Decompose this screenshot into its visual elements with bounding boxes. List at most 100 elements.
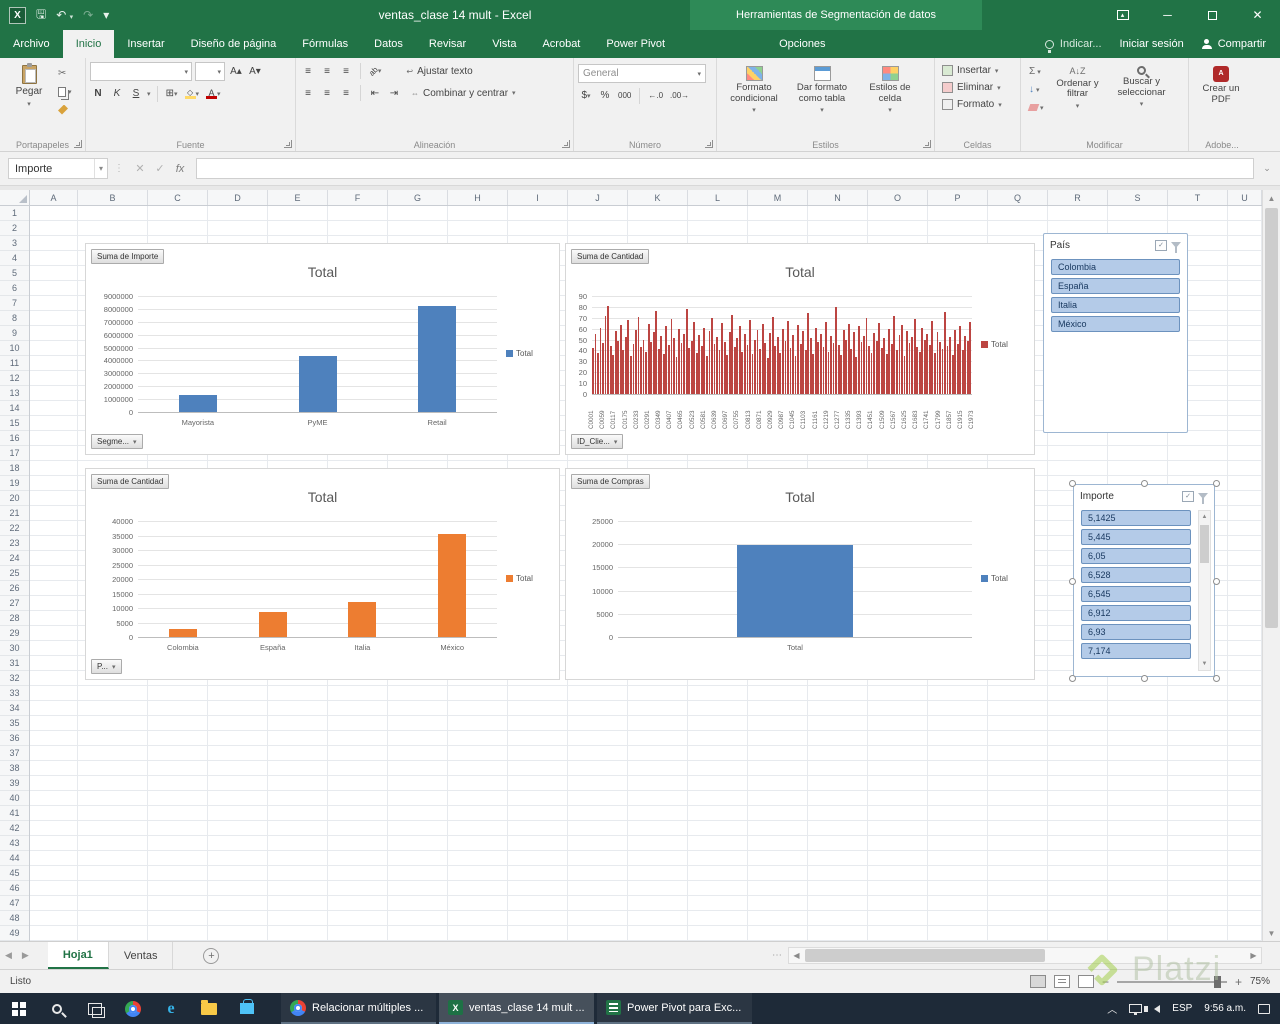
selection-handle[interactable] xyxy=(1069,675,1076,682)
row-header-25[interactable]: 25 xyxy=(0,566,29,581)
row-header-47[interactable]: 47 xyxy=(0,896,29,911)
pivot-axis-field-button[interactable]: ID_Clie... ▾ xyxy=(571,434,624,449)
multi-select-icon[interactable]: ✓ xyxy=(1155,239,1167,251)
column-header-q[interactable]: Q xyxy=(988,190,1048,205)
close-button[interactable]: ✕ xyxy=(1235,0,1280,30)
pivot-chart-suma-compras-total[interactable]: Suma de Compras Total 0 5000 10000 15000 20000… xyxy=(565,468,1035,680)
zoom-slider-thumb[interactable] xyxy=(1213,975,1221,988)
horizontal-scrollbar[interactable]: ◀ ▶ xyxy=(788,947,1262,964)
decrease-indent-icon[interactable]: ⇤ xyxy=(367,85,383,102)
row-header-28[interactable]: 28 xyxy=(0,611,29,626)
selection-handle[interactable] xyxy=(1069,577,1076,585)
underline-dropdown-icon[interactable]: ▾ xyxy=(147,90,151,98)
pivot-axis-field-button[interactable]: P... ▾ xyxy=(91,659,122,674)
row-header-48[interactable]: 48 xyxy=(0,911,29,926)
decrease-font-size-button[interactable]: A▾ xyxy=(247,63,263,80)
row-header-20[interactable]: 20 xyxy=(0,491,29,506)
save-icon[interactable]: 🖫 xyxy=(36,5,46,26)
row-header-12[interactable]: 12 xyxy=(0,371,29,386)
task-view-button[interactable] xyxy=(76,993,114,1024)
sheet-nav-left-icon[interactable]: ◀ xyxy=(5,950,12,961)
zoom-out-button[interactable]: − xyxy=(1102,975,1109,989)
align-left-icon[interactable]: ≡ xyxy=(300,85,316,102)
ribbon-tab-acrobat[interactable]: Acrobat xyxy=(529,30,593,58)
slicer-item-6-545[interactable]: 6,545 xyxy=(1081,586,1191,602)
slicer-scrollbar[interactable]: ▲ ▼ xyxy=(1198,510,1211,671)
column-header-i[interactable]: I xyxy=(508,190,568,205)
clock[interactable]: 9:56 a.m. xyxy=(1204,1003,1246,1014)
format-painter-button[interactable] xyxy=(56,102,74,117)
row-header-3[interactable]: 3 xyxy=(0,236,29,251)
row-header-29[interactable]: 29 xyxy=(0,626,29,641)
horizontal-scroll-thumb[interactable] xyxy=(805,949,1045,962)
borders-button[interactable]: ⊞ ▾ xyxy=(164,85,180,102)
sheet-tab-hoja1[interactable]: Hoja1 xyxy=(47,942,109,969)
slicer-item-6-05[interactable]: 6,05 xyxy=(1081,548,1191,564)
row-header-35[interactable]: 35 xyxy=(0,716,29,731)
sheet-nav-right-icon[interactable]: ▶ xyxy=(22,950,29,961)
column-header-s[interactable]: S xyxy=(1108,190,1168,205)
ribbon-display-options-button[interactable]: ▴ xyxy=(1100,0,1145,30)
column-header-d[interactable]: D xyxy=(208,190,268,205)
expand-formula-bar-icon[interactable]: ⌄ xyxy=(1258,158,1276,179)
row-header-8[interactable]: 8 xyxy=(0,311,29,326)
selection-handle[interactable] xyxy=(1213,675,1220,682)
dialog-launcher-icon[interactable] xyxy=(705,140,713,148)
column-header-h[interactable]: H xyxy=(448,190,508,205)
row-header-45[interactable]: 45 xyxy=(0,866,29,881)
row-header-33[interactable]: 33 xyxy=(0,686,29,701)
row-header-11[interactable]: 11 xyxy=(0,356,29,371)
pivot-field-button[interactable]: Suma de Compras xyxy=(571,474,650,489)
slicer-item-7-174[interactable]: 7,174 xyxy=(1081,643,1191,659)
dialog-launcher-icon[interactable] xyxy=(74,140,82,148)
column-header-m[interactable]: M xyxy=(748,190,808,205)
row-header-42[interactable]: 42 xyxy=(0,821,29,836)
format-cells-button[interactable]: Formato ▾ xyxy=(939,96,1016,113)
column-header-r[interactable]: R xyxy=(1048,190,1108,205)
percent-style-button[interactable]: % xyxy=(597,87,613,104)
pivot-chart-suma-cantidad-por-cliente[interactable]: Suma de Cantidad Total 0 10 20 30 40 50 60 70 80 90… xyxy=(565,243,1035,455)
row-header-27[interactable]: 27 xyxy=(0,596,29,611)
slicer-scroll-thumb[interactable] xyxy=(1200,525,1209,563)
column-header-u[interactable]: U xyxy=(1228,190,1262,205)
scroll-right-icon[interactable]: ▶ xyxy=(1246,951,1261,960)
scroll-up-icon[interactable]: ▲ xyxy=(1199,511,1210,523)
row-header-31[interactable]: 31 xyxy=(0,656,29,671)
vertical-scrollbar[interactable]: ▲ ▼ xyxy=(1262,190,1280,941)
cell-styles-button[interactable]: Estilos de celda ▾ xyxy=(857,62,923,137)
page-break-view-button[interactable] xyxy=(1077,975,1094,988)
wrap-text-button[interactable]: ↩ Ajustar texto xyxy=(402,62,476,80)
normal-view-button[interactable] xyxy=(1029,975,1046,988)
sign-in-link[interactable]: Iniciar sesión xyxy=(1120,38,1184,50)
column-header-t[interactable]: T xyxy=(1168,190,1228,205)
column-header-p[interactable]: P xyxy=(928,190,988,205)
tab-scroll-splitter[interactable]: ⋯ xyxy=(766,950,788,961)
cancel-formula-icon[interactable]: ✕ xyxy=(130,162,150,175)
volume-tray-icon[interactable] xyxy=(1144,1004,1161,1013)
slicer-item-6-528[interactable]: 6,528 xyxy=(1081,567,1191,583)
fill-color-button[interactable]: ◇ ▾ xyxy=(183,85,202,102)
column-header-e[interactable]: E xyxy=(268,190,328,205)
column-header-n[interactable]: N xyxy=(808,190,868,205)
ribbon-tab-inicio[interactable]: Inicio xyxy=(62,30,115,58)
bold-button[interactable]: N xyxy=(90,85,106,102)
taskbar-explorer-button[interactable] xyxy=(190,993,228,1024)
row-header-15[interactable]: 15 xyxy=(0,416,29,431)
column-header-f[interactable]: F xyxy=(328,190,388,205)
scroll-left-icon[interactable]: ◀ xyxy=(789,951,804,960)
slicer-item-italia[interactable]: Italia xyxy=(1051,297,1180,313)
row-header-40[interactable]: 40 xyxy=(0,791,29,806)
clear-button[interactable]: ▾ xyxy=(1027,100,1046,115)
underline-button[interactable]: S xyxy=(128,85,144,102)
formula-input[interactable] xyxy=(196,158,1254,179)
scroll-up-icon[interactable]: ▲ xyxy=(1263,190,1280,206)
pivot-chart-suma-importe-por-segmento[interactable]: Suma de Importe Total 0 1000000 2000000 30000… xyxy=(85,243,560,455)
selection-handle[interactable] xyxy=(1141,675,1148,682)
slicer-item-6-93[interactable]: 6,93 xyxy=(1081,624,1191,640)
taskbar-edge-button[interactable]: e xyxy=(152,993,190,1024)
selection-handle[interactable] xyxy=(1141,480,1148,487)
ribbon-tab-datos[interactable]: Datos xyxy=(361,30,416,58)
dialog-launcher-icon[interactable] xyxy=(562,140,570,148)
column-header-j[interactable]: J xyxy=(568,190,628,205)
align-bottom-icon[interactable]: ≡ xyxy=(338,63,354,80)
